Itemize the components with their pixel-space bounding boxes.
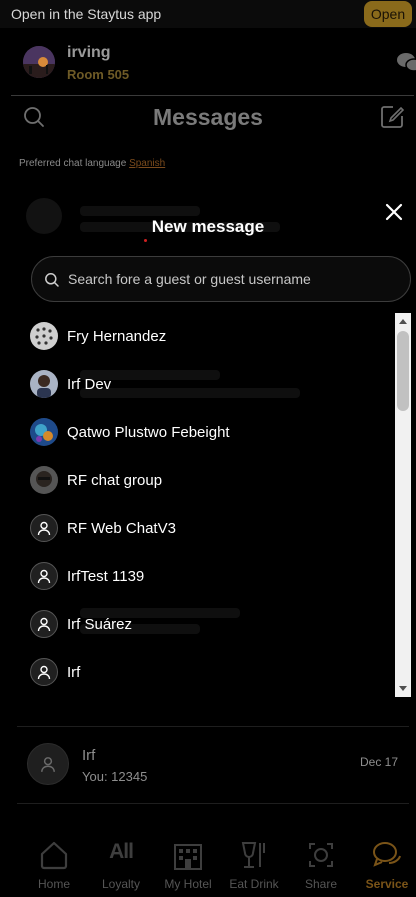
close-icon[interactable] — [384, 202, 404, 222]
user-avatar[interactable] — [23, 46, 55, 78]
search-icon — [44, 272, 60, 288]
guest-list-item[interactable]: RF chat group — [20, 458, 392, 502]
guest-avatar — [30, 370, 58, 398]
background-line — [80, 206, 200, 216]
guest-name: Irf Dev — [67, 376, 112, 393]
guest-list-item[interactable]: IrfTest 1139 — [20, 554, 392, 598]
nav-label: Share — [304, 877, 338, 891]
user-name: irving — [67, 44, 111, 61]
guest-search-box[interactable] — [31, 256, 411, 302]
banner-text: Open in the Staytus app — [11, 6, 162, 22]
person-icon — [30, 610, 58, 638]
guest-avatar — [30, 466, 58, 494]
nav-item-service[interactable]: Service — [353, 827, 416, 897]
list-divider — [17, 726, 409, 727]
nav-item-eat-drink[interactable]: Eat Drink — [220, 827, 288, 897]
guest-list-item[interactable]: Qatwo Plustwo Febeight — [20, 410, 392, 454]
share-icon — [305, 839, 337, 871]
nav-label: Home — [37, 877, 70, 891]
person-icon — [30, 514, 58, 542]
guest-avatar — [30, 418, 58, 446]
chat-bubbles-icon[interactable] — [394, 50, 416, 76]
guest-list-item[interactable]: RF Web ChatV3 — [20, 506, 392, 550]
list-divider — [17, 803, 409, 804]
guest-name: Irf Suárez — [67, 616, 133, 633]
hotel-icon — [172, 839, 204, 871]
guest-name: IrfTest 1139 — [67, 568, 145, 585]
guest-list-item[interactable]: Irf Suárez — [20, 602, 392, 646]
chat-icon — [371, 839, 403, 871]
guest-name: Fry Hernandez — [67, 328, 167, 345]
preferred-language-link[interactable]: Spanish — [129, 158, 165, 169]
loyalty-icon: All — [109, 840, 134, 863]
conversation-preview: You: 12345 — [82, 769, 148, 784]
guest-list: Fry Hernandez Irf Dev Qatwo Plustwo Febe… — [20, 312, 392, 696]
user-room: Room 505 — [67, 67, 130, 82]
preferred-language-label: Preferred chat language — [19, 158, 127, 169]
nav-label: Eat Drink — [229, 877, 279, 891]
guest-list-item[interactable]: Irf — [20, 650, 392, 694]
person-icon[interactable] — [27, 743, 69, 785]
bottom-navigation: Home All Loyalty My Hotel Eat Drink Shar… — [0, 827, 416, 897]
guest-name: Qatwo Plustwo Febeight — [67, 424, 230, 441]
nav-label: Service — [365, 877, 409, 891]
scroll-down-arrow-icon[interactable] — [395, 681, 411, 697]
home-icon — [38, 839, 70, 871]
guest-list-item[interactable]: Irf Dev — [20, 362, 392, 406]
guest-search-input[interactable] — [66, 257, 396, 301]
guest-list-item[interactable]: Fry Hernandez — [20, 314, 392, 358]
guest-name: Irf — [67, 664, 81, 681]
app-banner: Open in the Staytus app Open — [0, 0, 416, 28]
guest-name: RF Web ChatV3 — [67, 520, 176, 537]
scrollbar-thumb[interactable] — [397, 331, 409, 411]
preferred-language: Preferred chat language Spanish — [19, 158, 165, 169]
conversation-name[interactable]: Irf — [82, 747, 95, 764]
guest-list-scrollbar[interactable] — [395, 313, 411, 697]
nav-item-loyalty[interactable]: All Loyalty — [87, 827, 155, 897]
nav-item-my-hotel[interactable]: My Hotel — [154, 827, 222, 897]
notification-dot — [144, 239, 147, 242]
guest-name: RF chat group — [67, 472, 163, 489]
open-app-button[interactable]: Open — [364, 1, 412, 27]
guest-avatar — [30, 322, 58, 350]
page-title: Messages — [153, 104, 263, 130]
dining-icon — [238, 839, 270, 871]
header-divider — [11, 95, 414, 96]
person-icon — [30, 658, 58, 686]
nav-item-home[interactable]: Home — [20, 827, 88, 897]
scroll-up-arrow-icon[interactable] — [395, 313, 411, 329]
nav-label: Loyalty — [101, 877, 141, 891]
nav-label: My Hotel — [164, 877, 212, 891]
nav-item-share[interactable]: Share — [287, 827, 355, 897]
conversation-date: Dec 17 — [360, 755, 399, 769]
modal-title: New message — [151, 217, 265, 236]
compose-icon[interactable] — [379, 104, 405, 130]
person-icon — [30, 562, 58, 590]
